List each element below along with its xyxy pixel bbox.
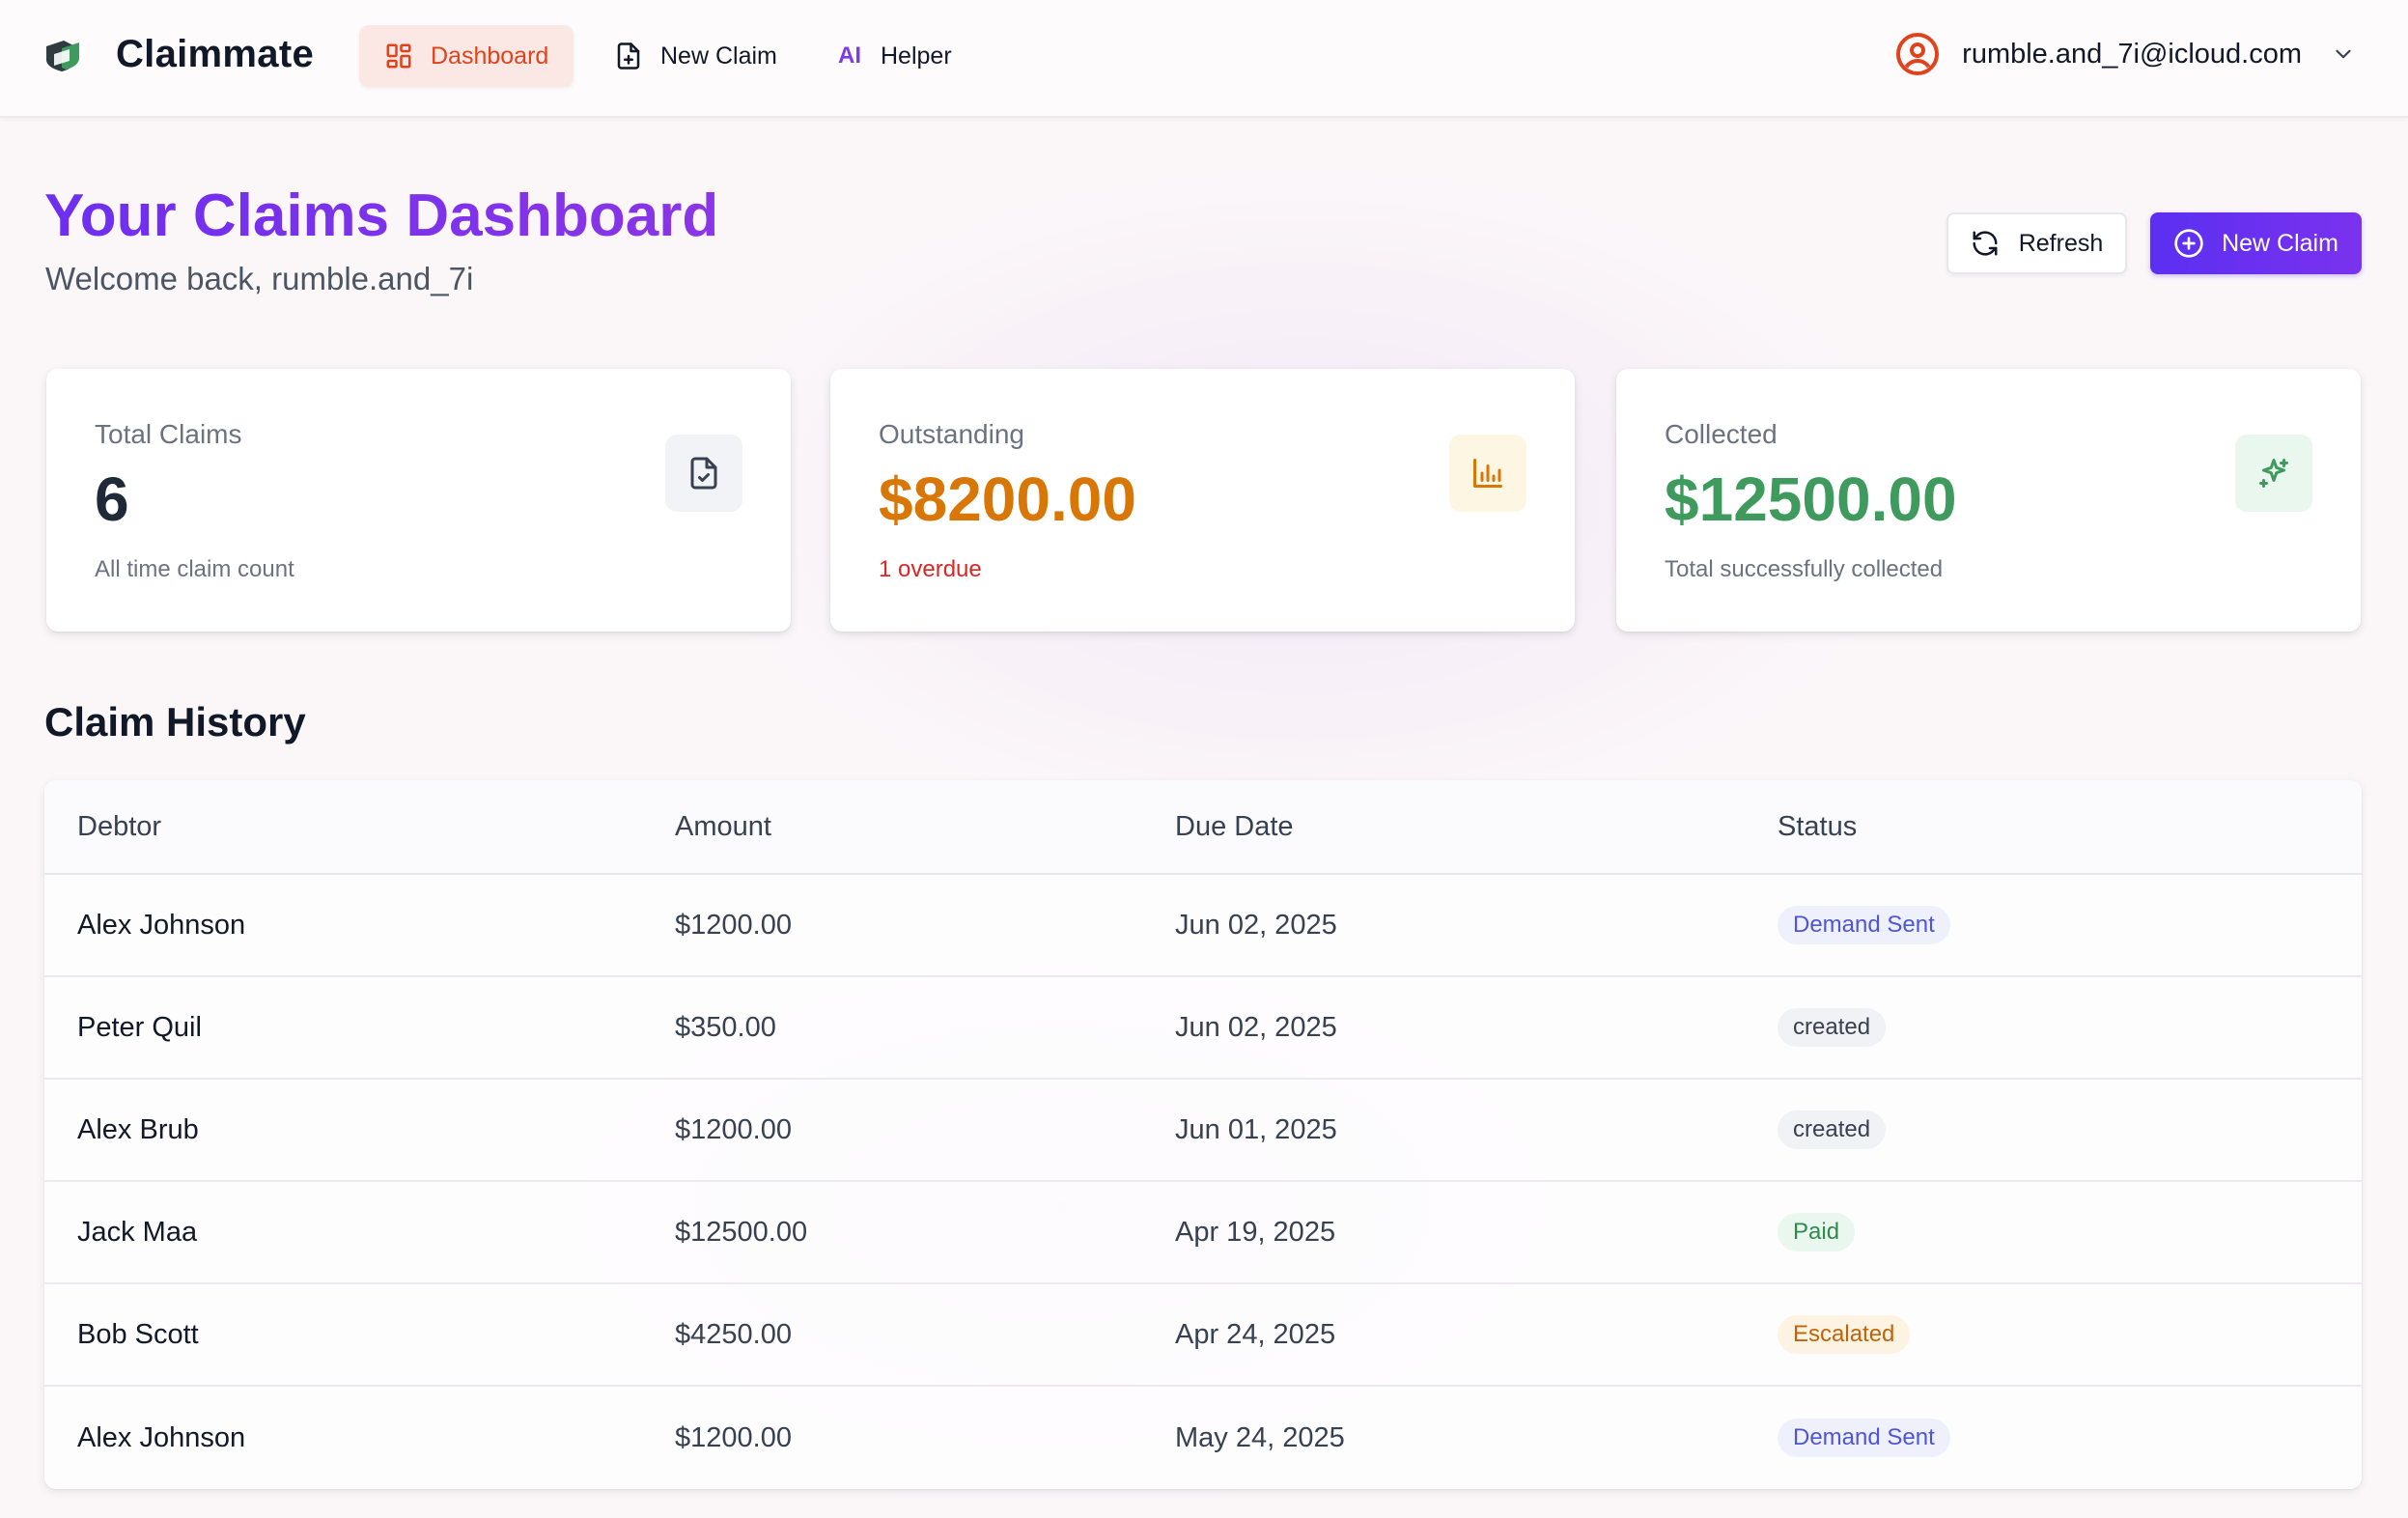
status-badge: created [1778, 1008, 1887, 1047]
stat-sub: All time claim count [95, 556, 294, 582]
table-row[interactable]: Alex Johnson $1200.00 Jun 02, 2025 Demand S… [44, 875, 2362, 977]
table-row[interactable]: Alex Johnson $1200.00 May 24, 2025 Demand S… [44, 1387, 2362, 1489]
page-title: Your Claims Dashboard [44, 183, 719, 249]
claim-amount: $1200.00 [675, 1421, 792, 1453]
table-header: Debtor Amount Due Date Status [44, 780, 2362, 875]
stat-value: $12500.00 [1665, 464, 1957, 534]
bar-chart-icon [1473, 459, 1502, 488]
user-menu[interactable]: rumble.and_7i@icloud.com [1894, 31, 2356, 77]
refresh-button[interactable]: Refresh [1946, 212, 2127, 274]
user-avatar-icon [1896, 33, 1940, 75]
nav-ai-helper[interactable]: AI Helper [813, 25, 977, 87]
due-date: Apr 24, 2025 [1175, 1318, 1336, 1350]
nav-new-claim[interactable]: New Claim [589, 25, 802, 87]
nav-dashboard-label: Dashboard [431, 42, 549, 70]
refresh-label: Refresh [2018, 229, 2104, 257]
due-date: May 24, 2025 [1175, 1421, 1345, 1453]
stat-icon-box [1449, 435, 1526, 512]
table-row[interactable]: Bob Scott $4250.00 Apr 24, 2025 Escalated [44, 1284, 2362, 1387]
status-badge: created [1778, 1110, 1887, 1149]
due-date: Jun 01, 2025 [1175, 1113, 1337, 1145]
status-badge: Demand Sent [1778, 906, 1950, 944]
due-date: Jun 02, 2025 [1175, 1011, 1337, 1043]
column-header-amount[interactable]: Amount [675, 811, 771, 843]
file-plus-icon [617, 42, 640, 70]
stat-sub: Total successfully collected [1665, 556, 1944, 582]
status-badge: Demand Sent [1778, 1419, 1950, 1457]
file-check-icon [690, 457, 717, 490]
table-row[interactable]: Peter Quil $350.00 Jun 02, 2025 created [44, 977, 2362, 1080]
stat-icon-box [2235, 435, 2312, 512]
nav-new-claim-label: New Claim [660, 42, 777, 70]
app-name: Claimmate [116, 33, 315, 75]
stat-card-total-claims: Total Claims 6 All time claim count [46, 369, 791, 632]
claim-amount: $350.00 [675, 1011, 776, 1043]
stat-label: Total Claims [95, 419, 242, 449]
dashboard-grid-icon [386, 43, 411, 69]
plus-circle-icon [2174, 229, 2203, 258]
status-badge: Paid [1778, 1213, 1856, 1251]
table-row[interactable]: Jack Maa $12500.00 Apr 19, 2025 Paid [44, 1182, 2362, 1284]
stat-card-collected: Collected $12500.00 Total successfully c… [1616, 369, 2361, 632]
due-date: Apr 19, 2025 [1175, 1216, 1336, 1248]
column-header-due-date[interactable]: Due Date [1175, 811, 1294, 843]
claim-amount: $4250.00 [675, 1318, 792, 1350]
sparkles-icon [2259, 459, 2288, 488]
stat-value: $8200.00 [879, 464, 1136, 534]
brand[interactable]: Claimmate [42, 33, 314, 76]
logo-icon [46, 40, 79, 71]
status-badge: Escalated [1778, 1315, 1911, 1354]
debtor-name: Peter Quil [77, 1011, 202, 1043]
top-navbar: Claimmate Dashboard New Claim AI Helper … [0, 0, 2408, 118]
stat-card-outstanding: Outstanding $8200.00 1 overdue [830, 369, 1575, 632]
claims-table: Debtor Amount Due Date Status Alex Johns… [44, 780, 2362, 1489]
claim-amount: $1200.00 [675, 1113, 792, 1145]
column-header-status[interactable]: Status [1778, 811, 1857, 843]
stat-icon-box [665, 435, 742, 512]
stat-sub: 1 overdue [879, 556, 982, 582]
debtor-name: Jack Maa [77, 1216, 198, 1248]
nav-dashboard[interactable]: Dashboard [359, 25, 574, 87]
claim-amount: $1200.00 [675, 909, 792, 941]
refresh-icon [1973, 231, 1998, 256]
table-row[interactable]: Alex Brub $1200.00 Jun 01, 2025 created [44, 1080, 2362, 1182]
table-body: Alex Johnson $1200.00 Jun 02, 2025 Demand S… [44, 875, 2362, 1489]
stat-label: Collected [1665, 419, 1778, 449]
new-claim-button[interactable]: New Claim [2150, 212, 2362, 274]
claim-amount: $12500.00 [675, 1216, 808, 1248]
welcome-text: Welcome back, rumble.and_7i [45, 261, 474, 296]
nav-ai-helper-label: Helper [881, 42, 952, 70]
new-claim-label: New Claim [2222, 229, 2338, 257]
debtor-name: Bob Scott [77, 1318, 199, 1350]
due-date: Jun 02, 2025 [1175, 909, 1337, 941]
debtor-name: Alex Brub [77, 1113, 199, 1145]
chevron-down-icon [2336, 49, 2351, 59]
stat-value: 6 [95, 464, 129, 534]
stat-label: Outstanding [879, 419, 1024, 449]
column-header-debtor[interactable]: Debtor [77, 811, 161, 843]
debtor-name: Alex Johnson [77, 909, 246, 941]
ai-icon: AI [838, 42, 861, 69]
debtor-name: Alex Johnson [77, 1421, 246, 1453]
claim-history-title: Claim History [44, 699, 306, 745]
user-email: rumble.and_7i@icloud.com [1962, 38, 2302, 70]
